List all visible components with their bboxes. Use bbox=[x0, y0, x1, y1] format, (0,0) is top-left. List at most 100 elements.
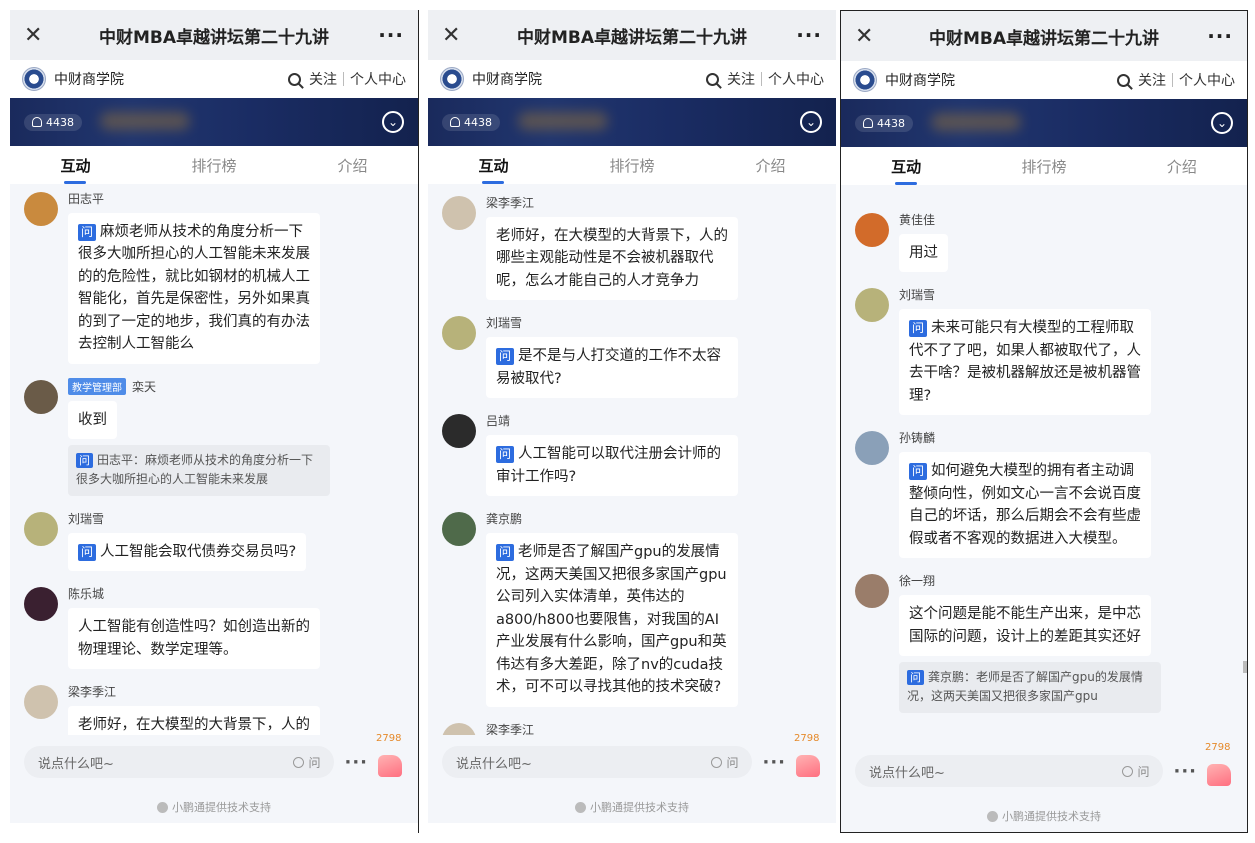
tab-interaction[interactable]: 互动 bbox=[891, 150, 921, 183]
input-row: 说点什么吧~ 问 ··· 2798 bbox=[442, 733, 822, 779]
message-bubble[interactable]: 问未来可能只有大模型的工程师取代不了了吧，如果人都被取代了，人去干啥？是被机器解… bbox=[899, 309, 1151, 416]
avatar[interactable] bbox=[442, 196, 476, 230]
more-menu-icon[interactable]: ··· bbox=[374, 23, 404, 47]
message-text: 是不是与人打交道的工作不太容易被取代? bbox=[496, 348, 722, 387]
avatar[interactable] bbox=[442, 316, 476, 351]
tab-ranking[interactable]: 排行榜 bbox=[191, 149, 236, 182]
tab-intro[interactable]: 介绍 bbox=[755, 149, 785, 182]
tab-interaction[interactable]: 互动 bbox=[478, 149, 508, 182]
check-circle-icon bbox=[575, 801, 586, 813]
avatar[interactable] bbox=[855, 574, 889, 609]
list-item: 黄佳佳 用过 bbox=[841, 211, 1247, 273]
quoted-message[interactable]: 问龚京鹏：老师是否了解国产gpu的发展情况，这两天美国又把很多家国产gpu bbox=[899, 662, 1161, 713]
blurred-area bbox=[931, 113, 1021, 131]
search-icon[interactable] bbox=[1117, 73, 1130, 87]
avatar[interactable] bbox=[442, 722, 476, 735]
message-bubble[interactable]: 问麻烦老师从技术的角度分析一下很多大咖所担心的人工智能未来发展的的危险性，就比如… bbox=[68, 213, 320, 364]
name-row: 梁李季江 bbox=[68, 683, 404, 700]
profile-link[interactable]: 个人中心 bbox=[768, 69, 824, 89]
tab-interaction[interactable]: 互动 bbox=[60, 149, 90, 182]
message-bubble[interactable]: 问人工智能会取代债券交易员吗? bbox=[68, 532, 307, 572]
tab-intro[interactable]: 介绍 bbox=[1167, 150, 1197, 183]
message-bubble[interactable]: 老师好，在大模型的大背景下，人的哪些主观能动性是不会被机器取代呢，怎么才能自己的… bbox=[486, 217, 738, 301]
more-actions-icon[interactable]: ··· bbox=[344, 752, 368, 773]
name-row: 刘瑞雪 bbox=[899, 286, 1233, 303]
list-item: 龚京鹏问老师是否了解国产gpu的发展情况，这两天美国又把很多家国产gpu公司列入… bbox=[428, 510, 836, 707]
search-icon[interactable] bbox=[288, 72, 301, 86]
avatar[interactable] bbox=[855, 431, 889, 466]
profile-link[interactable]: 个人中心 bbox=[1179, 70, 1235, 90]
ask-toggle[interactable]: 问 bbox=[1122, 763, 1149, 780]
more-menu-icon[interactable]: ··· bbox=[1203, 24, 1233, 48]
message-bubble[interactable]: 人工智能有创造性吗？如创造出新的物理理论、数学定理等。 bbox=[68, 608, 320, 670]
avatar[interactable] bbox=[24, 379, 58, 414]
chevron-down-icon[interactable]: ⌄ bbox=[800, 111, 822, 133]
tab-ranking[interactable]: 排行榜 bbox=[1021, 150, 1066, 183]
message-bubble[interactable]: 问老师是否了解国产gpu的发展情况，这两天美国又把很多家国产gpu公司列入实体清… bbox=[486, 533, 738, 707]
org-info[interactable]: 中财商学院 bbox=[440, 67, 542, 91]
avatar[interactable] bbox=[442, 512, 476, 547]
chat-input[interactable]: 说点什么吧~ 问 bbox=[24, 746, 335, 778]
quoted-message[interactable]: 问田志平：麻烦老师从技术的角度分析一下很多大咖所担心的人工智能未来发展 bbox=[68, 445, 330, 496]
like-button[interactable]: 2798 bbox=[794, 733, 822, 777]
name-row: 陈乐城 bbox=[68, 585, 404, 602]
message-feed[interactable]: 田志平问麻烦老师从技术的角度分析一下很多大咖所担心的人工智能未来发展的的危险性，… bbox=[10, 184, 418, 735]
more-menu-icon[interactable]: ··· bbox=[792, 23, 822, 47]
avatar[interactable] bbox=[24, 587, 58, 622]
avatar[interactable] bbox=[24, 511, 58, 546]
like-button[interactable]: 2798 bbox=[1205, 742, 1233, 786]
ask-toggle[interactable]: 问 bbox=[293, 754, 320, 771]
scrollbar[interactable] bbox=[1243, 661, 1247, 673]
message-bubble[interactable]: 用过 bbox=[899, 234, 948, 273]
message-bubble[interactable]: 收到 bbox=[68, 400, 117, 440]
user-name: 黄佳佳 bbox=[899, 213, 936, 227]
close-icon[interactable]: ✕ bbox=[24, 23, 54, 48]
radio-icon bbox=[711, 756, 723, 768]
question-tag: 问 bbox=[909, 463, 928, 481]
org-info[interactable]: 中财商学院 bbox=[853, 68, 955, 92]
message-bubble[interactable]: 老师好，在大模型的大背景下，人的 bbox=[68, 706, 320, 735]
title-bar: ✕ 中财MBA卓越讲坛第二十九讲 ··· bbox=[428, 10, 836, 60]
avatar[interactable] bbox=[855, 213, 889, 247]
list-item: 田志平问麻烦老师从技术的角度分析一下很多大咖所担心的人工智能未来发展的的危险性，… bbox=[10, 190, 418, 364]
close-icon[interactable]: ✕ bbox=[442, 23, 472, 48]
like-button[interactable]: 2798 bbox=[376, 733, 404, 777]
chevron-down-icon[interactable]: ⌄ bbox=[1211, 112, 1233, 134]
tab-intro[interactable]: 介绍 bbox=[337, 149, 367, 182]
search-icon[interactable] bbox=[706, 72, 719, 86]
avatar[interactable] bbox=[855, 288, 889, 323]
input-row: 说点什么吧~ 问 ··· 2798 bbox=[24, 733, 404, 779]
message-feed[interactable]: 黄佳佳 用过 刘瑞雪问未来可能只有大模型的工程师取代不了了吧，如果人都被取代了，人去… bbox=[841, 185, 1247, 744]
more-actions-icon[interactable]: ··· bbox=[762, 752, 786, 773]
question-tag: 问 bbox=[78, 224, 97, 241]
divider bbox=[1172, 73, 1173, 87]
message-text: 未来可能只有大模型的工程师取代不了了吧，如果人都被取代了，人去干啥？是被机器解放… bbox=[909, 320, 1141, 404]
chevron-down-icon[interactable]: ⌄ bbox=[382, 111, 404, 133]
ask-toggle[interactable]: 问 bbox=[711, 754, 738, 771]
message-body: 梁李季江老师好，在大模型的大背景下，人的 bbox=[68, 683, 404, 735]
org-logo-icon bbox=[853, 68, 877, 92]
avatar[interactable] bbox=[24, 192, 58, 226]
more-actions-icon[interactable]: ··· bbox=[1173, 761, 1197, 782]
message-bubble[interactable]: 问人工智能可以取代注册会计师的审计工作吗? bbox=[486, 435, 738, 497]
screenshot-canvas: ✕ 中财MBA卓越讲坛第二十九讲 ··· 中财商学院 关注 个人中心 4438 … bbox=[0, 0, 1255, 843]
chat-input[interactable]: 说点什么吧~ 问 bbox=[442, 746, 753, 778]
message-bubble[interactable]: 这个问题是能不能生产出来，是中芯国际的问题，设计上的差距其实还好 bbox=[899, 595, 1151, 657]
avatar[interactable] bbox=[442, 414, 476, 449]
message-text: 人工智能可以取代注册会计师的审计工作吗? bbox=[496, 446, 722, 485]
message-bubble[interactable]: 问是不是与人打交道的工作不太容易被取代? bbox=[486, 337, 738, 399]
org-info[interactable]: 中财商学院 bbox=[22, 67, 124, 91]
follow-button[interactable]: 关注 bbox=[1138, 70, 1166, 90]
chat-input[interactable]: 说点什么吧~ 问 bbox=[855, 755, 1164, 787]
name-row: 徐一翔 bbox=[899, 572, 1233, 589]
close-icon[interactable]: ✕ bbox=[855, 24, 885, 49]
question-tag: 问 bbox=[496, 544, 515, 562]
avatar[interactable] bbox=[24, 685, 58, 720]
follow-button[interactable]: 关注 bbox=[309, 69, 337, 89]
message-bubble[interactable]: 问如何避免大模型的拥有者主动调整倾向性，例如文心一言不会说百度自己的坏话，那么后… bbox=[899, 452, 1151, 559]
follow-button[interactable]: 关注 bbox=[727, 69, 755, 89]
message-feed[interactable]: 梁李季江 老师好，在大模型的大背景下，人的哪些主观能动性是不会被机器取代呢，怎么才… bbox=[428, 184, 836, 735]
list-item: 梁李季江 老师好，在大模型的大背景下，人的哪些主观能动性是不会被机器取代呢，怎么才… bbox=[428, 194, 836, 301]
tab-ranking[interactable]: 排行榜 bbox=[609, 149, 654, 182]
profile-link[interactable]: 个人中心 bbox=[350, 69, 406, 89]
